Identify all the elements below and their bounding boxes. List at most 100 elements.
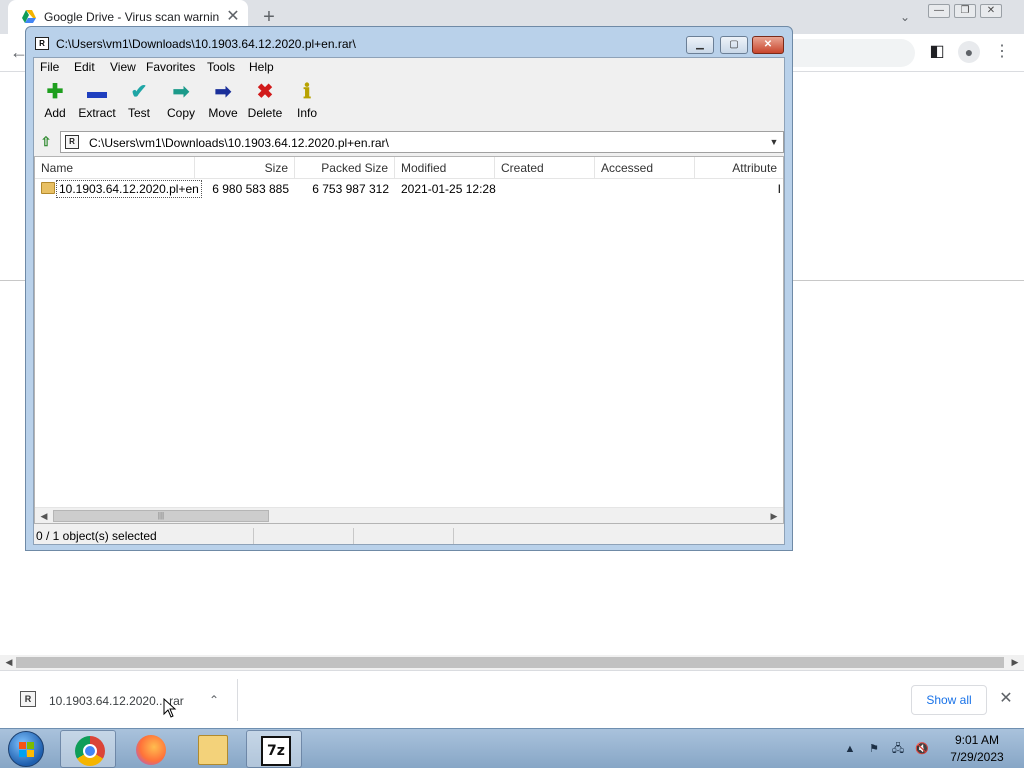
column-created[interactable]: Created xyxy=(495,157,595,179)
move-arrow-icon: ➡ xyxy=(214,81,232,103)
list-horizontal-scrollbar[interactable]: ◀ ||| ▶ xyxy=(35,507,783,523)
toolbar: ✚ Add ▬ Extract ✔ Test ➡ Copy ➡ Move ✖ D… xyxy=(34,76,784,128)
column-modified[interactable]: Modified xyxy=(395,157,495,179)
show-all-button[interactable]: Show all xyxy=(911,685,987,715)
windows-taskbar: 7z ▲ ⚑ 🖧 🔇 9:01 AM 7/29/2023 xyxy=(0,728,1024,768)
chrome-icon xyxy=(75,736,105,766)
archive-icon: R xyxy=(65,135,79,149)
restore-icon[interactable]: ❐ xyxy=(954,4,976,18)
divider xyxy=(253,528,254,544)
path-text: C:\Users\vm1\Downloads\10.1903.64.12.202… xyxy=(89,136,389,150)
network-icon[interactable]: 🖧 xyxy=(890,741,906,757)
menu-help[interactable]: Help xyxy=(249,60,274,74)
downloads-bar: R 10.1903.64.12.2020....rar ⌃ Show all ✕ xyxy=(0,670,1024,728)
close-window-icon[interactable]: ✕ xyxy=(980,4,1002,18)
tab-title: Google Drive - Virus scan warnin xyxy=(44,10,220,24)
copy-button[interactable]: ➡ Copy xyxy=(162,80,200,126)
google-drive-icon xyxy=(22,10,36,23)
action-center-icon[interactable]: ⚑ xyxy=(866,741,882,757)
taskbar-chrome[interactable] xyxy=(60,730,116,768)
row-name[interactable]: 10.1903.64.12.2020.pl+en xyxy=(56,180,202,198)
7zip-icon: 7z xyxy=(261,736,291,766)
volume-muted-icon[interactable]: 🔇 xyxy=(914,741,930,757)
delete-x-icon: ✖ xyxy=(256,81,274,103)
profile-avatar-icon[interactable]: ● xyxy=(958,41,980,63)
start-button[interactable] xyxy=(8,731,44,767)
move-button[interactable]: ➡ Move xyxy=(204,80,242,126)
dropdown-arrow-icon[interactable]: ▼ xyxy=(767,135,781,149)
menu-file[interactable]: File xyxy=(40,60,59,74)
menu-tools[interactable]: Tools xyxy=(207,60,235,74)
extract-button[interactable]: ▬ Extract xyxy=(74,80,120,126)
close-button[interactable]: ✕ xyxy=(752,36,784,54)
row-size: 6 980 583 885 xyxy=(212,182,289,196)
divider xyxy=(453,528,454,544)
add-button[interactable]: ✚ Add xyxy=(36,80,74,126)
show-hidden-icons-icon[interactable]: ▲ xyxy=(842,741,858,757)
row-created xyxy=(501,179,595,199)
copy-arrow-icon: ➡ xyxy=(172,81,190,103)
column-size[interactable]: Size xyxy=(195,157,295,179)
info-button[interactable]: ℹ Info xyxy=(290,80,324,126)
maximize-button[interactable]: ▢ xyxy=(720,36,748,54)
folder-up-icon[interactable]: ⇧ xyxy=(37,133,55,151)
row-packed-size: 6 753 987 312 xyxy=(312,182,389,196)
row-modified: 2021-01-25 12:28 xyxy=(401,182,496,196)
taskbar-file-explorer[interactable] xyxy=(184,730,240,768)
windows-logo-icon xyxy=(19,742,34,757)
scroll-left-icon[interactable]: ◀ xyxy=(37,510,51,522)
column-attributes[interactable]: Attribute xyxy=(695,157,783,179)
list-header: Name Size Packed Size Modified Created A… xyxy=(35,157,783,179)
archive-icon: R xyxy=(35,37,49,50)
menu-bar: File Edit View Favorites Tools Help xyxy=(34,58,784,76)
table-row[interactable]: 10.1903.64.12.2020.pl+en 6 980 583 885 6… xyxy=(35,179,783,199)
clock-time[interactable]: 9:01 AM xyxy=(942,733,1012,747)
firefox-icon xyxy=(136,735,166,765)
taskbar-firefox[interactable] xyxy=(122,730,178,768)
minimize-icon[interactable]: — xyxy=(928,4,950,18)
path-combobox[interactable]: R C:\Users\vm1\Downloads\10.1903.64.12.2… xyxy=(60,131,784,153)
test-button[interactable]: ✔ Test xyxy=(121,80,157,126)
minimize-button[interactable]: ▁ xyxy=(686,36,714,54)
column-packed-size[interactable]: Packed Size xyxy=(295,157,395,179)
column-accessed[interactable]: Accessed xyxy=(595,157,695,179)
divider xyxy=(353,528,354,544)
scroll-left-icon[interactable]: ◀ xyxy=(2,656,16,669)
tab-search-icon[interactable]: ⌄ xyxy=(896,8,914,26)
delete-button[interactable]: ✖ Delete xyxy=(244,80,286,126)
selection-status: 0 / 1 object(s) selected xyxy=(36,529,157,543)
file-explorer-icon xyxy=(198,735,228,765)
divider xyxy=(237,679,238,721)
scrollbar-thumb[interactable]: ||| xyxy=(53,510,269,522)
close-tab-icon[interactable]: ✕ xyxy=(224,8,242,26)
file-list: Name Size Packed Size Modified Created A… xyxy=(34,156,784,524)
chevron-up-icon[interactable]: ⌃ xyxy=(205,691,223,709)
window-title-bar[interactable]: R C:\Users\vm1\Downloads\10.1903.64.12.2… xyxy=(26,27,792,57)
rar-file-icon: R xyxy=(20,691,36,707)
more-menu-icon[interactable]: ⋮ xyxy=(994,42,1010,62)
new-tab-button[interactable]: + xyxy=(258,6,280,28)
scroll-right-icon[interactable]: ▶ xyxy=(767,510,781,522)
window-title: C:\Users\vm1\Downloads\10.1903.64.12.202… xyxy=(56,37,356,51)
taskbar-7zip[interactable]: 7z xyxy=(246,730,302,768)
clock-date[interactable]: 7/29/2023 xyxy=(942,750,1012,764)
folder-icon xyxy=(41,182,55,194)
column-name[interactable]: Name xyxy=(35,157,195,179)
row-attributes: I xyxy=(777,182,781,196)
info-icon: ℹ xyxy=(303,81,311,103)
minus-icon: ▬ xyxy=(87,81,107,103)
scroll-right-icon[interactable]: ▶ xyxy=(1008,656,1022,669)
row-accessed xyxy=(601,179,695,199)
scrollbar-thumb[interactable] xyxy=(16,657,1004,668)
menu-favorites[interactable]: Favorites xyxy=(146,60,195,74)
mouse-cursor-icon xyxy=(163,698,177,718)
menu-view[interactable]: View xyxy=(110,60,136,74)
plus-icon: ✚ xyxy=(46,81,64,103)
close-downloads-icon[interactable]: ✕ xyxy=(996,689,1016,709)
menu-edit[interactable]: Edit xyxy=(74,60,95,74)
window-content: File Edit View Favorites Tools Help ✚ Ad… xyxy=(33,57,785,545)
7zip-file-manager-window: R C:\Users\vm1\Downloads\10.1903.64.12.2… xyxy=(25,26,793,551)
check-icon: ✔ xyxy=(130,81,148,103)
side-panel-icon[interactable]: ◧ xyxy=(928,43,946,61)
page-horizontal-scrollbar[interactable]: ◀ ▶ xyxy=(0,655,1024,670)
